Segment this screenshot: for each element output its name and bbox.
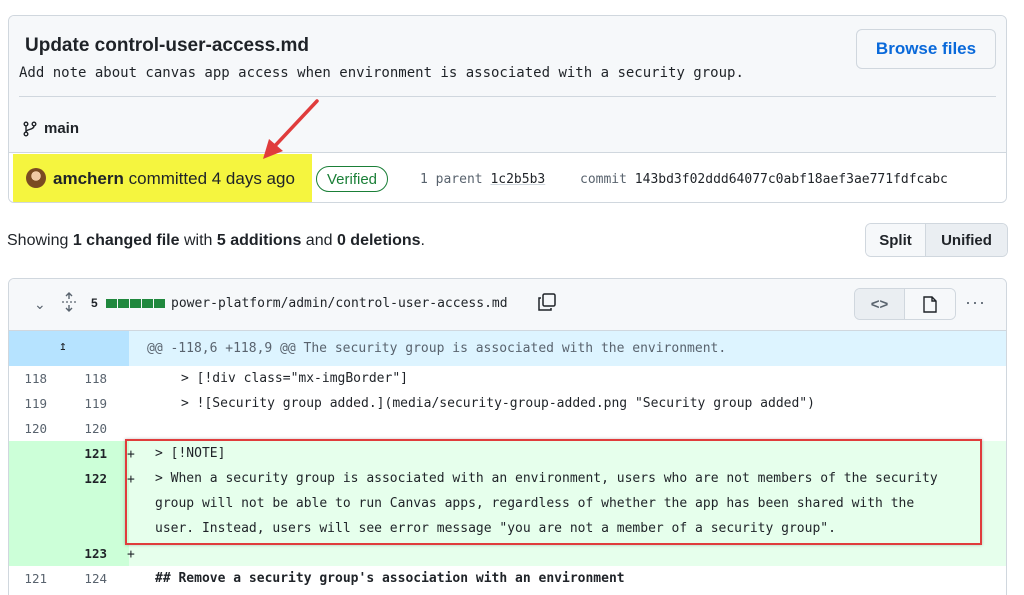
commit-sha-info: commit 143bd3f02ddd64077c0abf18aef3ae771… xyxy=(580,172,948,187)
commit-sha: 143bd3f02ddd64077c0abf18aef3ae771fdfcabc xyxy=(634,172,948,187)
code-view-icon[interactable]: <> xyxy=(855,289,905,319)
file-path-link[interactable]: power-platform/admin/control-user-access… xyxy=(171,296,508,311)
summary-text: Showing xyxy=(7,232,69,249)
summary-text: . xyxy=(420,232,425,249)
new-line-number[interactable]: 122 xyxy=(69,466,107,491)
split-view-button[interactable]: Split xyxy=(866,224,926,256)
hunk-header: @@ -118,6 +118,9 @@ The security group i… xyxy=(147,341,727,356)
table-row: 120 120 xyxy=(9,416,1006,441)
diff-view-toggle: Split Unified xyxy=(865,223,1008,257)
deletions-count: 0 deletions xyxy=(336,232,421,249)
unified-view-button[interactable]: Unified xyxy=(926,224,1007,256)
diffstat-block xyxy=(154,299,165,308)
table-row: 118 118 > [!div class="mx-imgBorder"] xyxy=(9,366,1006,391)
table-row: 121 124 ## Remove a security group's ass… xyxy=(9,566,1006,591)
old-line-number[interactable]: 119 xyxy=(9,391,47,416)
author-link[interactable]: amchern xyxy=(53,169,124,188)
branch-name: main xyxy=(44,120,80,137)
file-view-actions: <> xyxy=(854,288,956,320)
commit-meta-row: amchern committed 4 days ago Verified 1 … xyxy=(9,152,1006,202)
git-branch-icon xyxy=(23,121,37,136)
file-header: ⌄ 5 power-platform/admin/control-user-ac… xyxy=(9,279,1006,331)
committed-time: committed 4 days ago xyxy=(128,169,295,188)
old-line-number[interactable]: 120 xyxy=(9,416,47,441)
summary-text: and xyxy=(305,232,333,249)
browse-files-button[interactable]: Browse files xyxy=(856,29,996,69)
branch-label[interactable]: main xyxy=(22,120,79,137)
file-icon[interactable] xyxy=(905,289,955,319)
file-diff: ⌄ 5 power-platform/admin/control-user-ac… xyxy=(8,278,1007,595)
hunk-header-row: ↥ @@ -118,6 +118,9 @@ The security group… xyxy=(9,331,1006,366)
summary-text: with xyxy=(183,232,213,249)
chevron-down-icon[interactable]: ⌄ xyxy=(34,296,46,313)
new-line-number[interactable]: 118 xyxy=(69,366,107,391)
old-line-number[interactable]: 118 xyxy=(9,366,47,391)
commit-title: Update control-user-access.md xyxy=(25,35,310,56)
annotation-arrow-icon xyxy=(263,99,319,159)
commit-label: commit xyxy=(580,172,627,187)
parent-sha-link[interactable]: 1c2b5b3 xyxy=(490,172,545,187)
diffstat-block xyxy=(106,299,117,308)
new-line-number[interactable]: 119 xyxy=(69,391,107,416)
changed-files-count: 1 changed file xyxy=(72,232,180,249)
parent-info: 1 parent 1c2b5b3 xyxy=(420,172,545,187)
new-line-number[interactable]: 120 xyxy=(69,416,107,441)
commit-summary-panel: Update control-user-access.md Add note a… xyxy=(9,16,1006,152)
file-change-count: 5 xyxy=(91,296,98,310)
additions-count: 5 additions xyxy=(216,232,302,249)
new-line-number[interactable]: 121 xyxy=(69,441,107,466)
divider xyxy=(19,96,996,97)
copy-icon[interactable] xyxy=(537,292,557,312)
plus-marker: + xyxy=(127,547,135,562)
diffstat-blocks xyxy=(106,299,165,308)
code-line: ## Remove a security group's association… xyxy=(155,571,625,586)
diffstat-block xyxy=(142,299,153,308)
code-line: > ![Security group added.](media/securit… xyxy=(181,396,815,411)
old-line-number[interactable]: 121 xyxy=(9,566,47,591)
avatar[interactable] xyxy=(26,168,46,188)
author-line: amchern committed 4 days ago xyxy=(53,169,295,189)
code-line: > [!div class="mx-imgBorder"] xyxy=(181,371,408,386)
expand-all-icon[interactable] xyxy=(61,292,77,312)
table-row: 119 119 > ![Security group added.](media… xyxy=(9,391,1006,416)
parent-label: 1 parent xyxy=(420,172,483,187)
commit-description: Add note about canvas app access when en… xyxy=(19,65,744,81)
commit-header: Update control-user-access.md Add note a… xyxy=(8,15,1007,203)
new-line-number[interactable]: 124 xyxy=(69,566,107,591)
annotation-box xyxy=(125,439,982,545)
new-line-number[interactable]: 123 xyxy=(69,541,107,566)
expand-up-icon[interactable]: ↥ xyxy=(59,339,67,354)
diff-summary: Showing 1 changed file with 5 additions … xyxy=(7,232,425,250)
diffstat-block xyxy=(130,299,141,308)
verified-badge[interactable]: Verified xyxy=(316,166,388,192)
more-options-icon[interactable]: ··· xyxy=(965,292,986,313)
diffstat-block xyxy=(118,299,129,308)
